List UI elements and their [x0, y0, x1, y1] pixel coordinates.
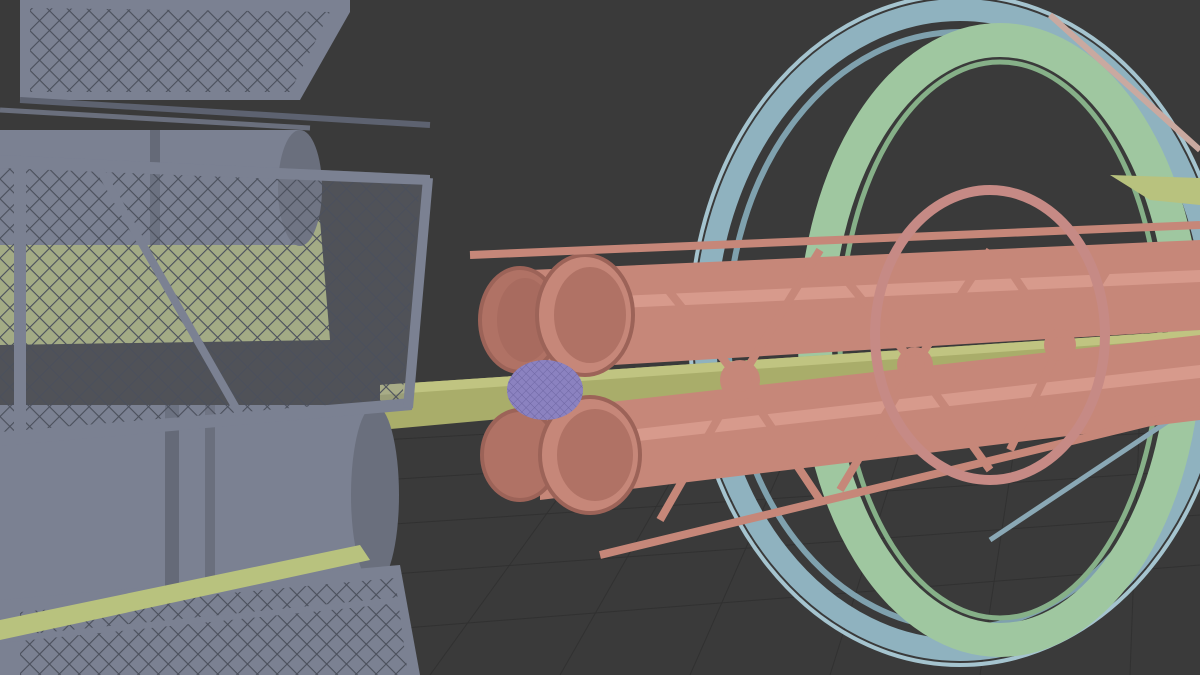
- front-mesh-cage[interactable]: [0, 155, 433, 446]
- yellow-panel-right: [1110, 175, 1200, 205]
- nozzle-mesh: [507, 360, 583, 420]
- viewport-scene: [0, 0, 1200, 675]
- 3d-viewport[interactable]: [0, 0, 1200, 675]
- mesh-cage-structure[interactable]: [0, 0, 431, 131]
